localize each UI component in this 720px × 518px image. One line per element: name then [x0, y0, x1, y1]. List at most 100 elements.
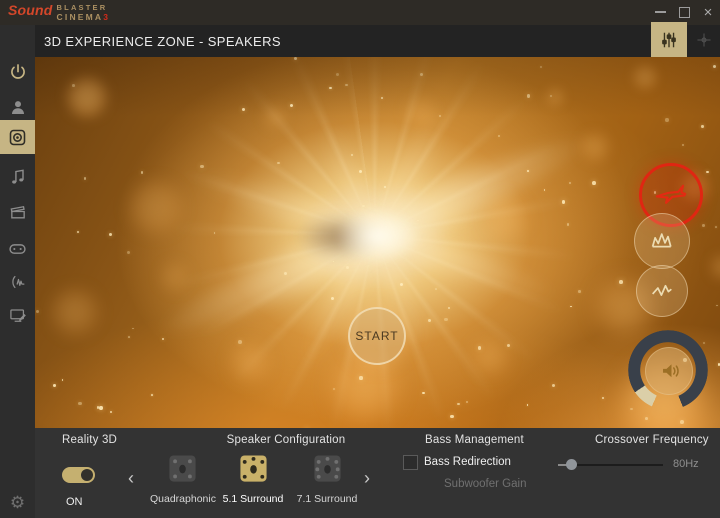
speaker-option-5-1-surround[interactable]: 5.1 Surround — [221, 452, 285, 505]
sparkle — [497, 134, 501, 138]
close-icon: × — [703, 3, 713, 21]
sparkle — [289, 103, 293, 107]
carousel-next-button[interactable]: › — [357, 468, 377, 490]
app-window: Sound BLASTER CINEMA3 × 3D EXPERIENCE ZO… — [0, 0, 720, 518]
equalizer-sliders-icon — [662, 32, 676, 47]
logo-sound: Sound — [8, 2, 53, 18]
sparkle — [151, 393, 153, 396]
slider-thumb[interactable] — [566, 459, 578, 470]
sidebar-item-display[interactable] — [0, 298, 35, 332]
sparkle — [526, 404, 529, 406]
sparkle — [701, 125, 704, 128]
light-rays — [35, 57, 720, 428]
sparkle — [444, 317, 448, 322]
sidebar-item-voice[interactable] — [0, 265, 35, 299]
sparkle — [665, 118, 669, 122]
speaker-option-label: Quadraphonic — [150, 493, 216, 505]
visualizer-stage: START — [35, 57, 720, 428]
music-note-icon — [11, 169, 24, 184]
sparkle — [716, 304, 718, 307]
sidebar-item-power[interactable] — [0, 55, 35, 89]
app-logo: Sound BLASTER CINEMA3 — [8, 3, 110, 21]
sparkle — [438, 114, 442, 118]
sparkle — [362, 204, 365, 207]
sparkle — [450, 414, 454, 418]
minimize-button[interactable] — [648, 0, 672, 24]
bokeh-blob — [545, 87, 565, 107]
sparkle — [161, 337, 165, 341]
gamepad-icon — [9, 243, 26, 254]
sparkle — [566, 223, 570, 226]
speaker-option-label: 7.1 Surround — [296, 493, 358, 505]
sparkle — [359, 376, 363, 380]
zigzag-wave-demo-button[interactable] — [636, 265, 688, 317]
sparkle — [351, 153, 354, 156]
bokeh-particles — [35, 57, 720, 428]
jet-icon — [655, 184, 687, 204]
surround-5-1-icon — [239, 455, 267, 482]
sparkle — [333, 388, 335, 391]
close-button[interactable]: × — [696, 0, 720, 24]
sparkle — [83, 177, 87, 180]
sparkle — [448, 306, 451, 309]
bass-redirection-checkbox[interactable] — [403, 455, 418, 470]
user-icon — [11, 101, 24, 114]
volume-button[interactable] — [645, 347, 693, 395]
sparkle — [715, 225, 718, 228]
speaker-option-quadraphonic[interactable]: Quadraphonic — [150, 452, 216, 505]
reality3d-state: ON — [66, 496, 83, 508]
sidebar-item-speakers[interactable] — [0, 120, 35, 154]
sparkle — [543, 188, 546, 191]
reality3d-title: Reality 3D — [62, 434, 118, 446]
logo-cinema: CINEMA3 — [56, 11, 111, 22]
sparkle — [96, 405, 100, 409]
sparkle — [706, 170, 709, 174]
sparkle — [702, 224, 705, 228]
sparkle — [400, 282, 404, 287]
sidebar-item-music[interactable] — [0, 160, 35, 194]
titlebar: Sound BLASTER CINEMA3 × — [0, 0, 720, 25]
sparkle — [332, 260, 335, 263]
sidebar: ⚙ — [0, 25, 35, 518]
crossover-value: 80Hz — [673, 458, 699, 470]
reality3d-toggle[interactable] — [62, 467, 95, 483]
gear-icon: ⚙ — [9, 492, 26, 512]
sidebar-item-profile[interactable] — [0, 90, 35, 124]
sparkle — [53, 384, 56, 388]
sparkle — [330, 296, 334, 301]
crown-wave-demo-button[interactable] — [634, 213, 690, 269]
speaker-option-7-1-surround[interactable]: 7.1 Surround — [295, 452, 359, 505]
sparkle — [36, 309, 40, 313]
start-demo-button[interactable]: START — [348, 307, 406, 365]
sparkle — [381, 97, 384, 100]
window-controls: × — [648, 0, 720, 24]
speaker-volume-icon — [663, 364, 679, 378]
bokeh-blob — [263, 105, 287, 129]
toggle-knob — [81, 469, 93, 481]
sparkle — [527, 170, 530, 173]
sidebar-item-settings[interactable]: ⚙ — [0, 485, 35, 518]
crossover-slider[interactable] — [558, 459, 663, 471]
calibrate-button[interactable] — [689, 24, 719, 55]
voice-wave-icon — [11, 275, 24, 289]
sidebar-item-movies[interactable] — [0, 195, 35, 229]
sidebar-item-games[interactable] — [0, 230, 35, 264]
carousel-prev-button[interactable]: ‹ — [121, 468, 141, 490]
bokeh-blob — [66, 76, 108, 118]
sparkle — [335, 72, 339, 77]
sparkle — [126, 251, 130, 255]
sparkle — [427, 318, 431, 322]
bokeh-blob — [580, 132, 610, 162]
start-label: START — [355, 329, 399, 343]
sparkle — [421, 391, 425, 395]
logo-blaster: BLASTER — [56, 3, 108, 12]
crosshair-icon — [697, 32, 711, 47]
quadraphonic-icon — [168, 455, 196, 482]
sparkle — [213, 232, 216, 234]
equalizer-button[interactable] — [651, 22, 687, 57]
maximize-button[interactable] — [672, 0, 696, 24]
bokeh-blob — [127, 179, 183, 235]
control-panel: Reality 3D ON Speaker Configuration ‹ Qu… — [35, 428, 720, 518]
sparkle — [526, 93, 531, 98]
volume-knob[interactable] — [628, 330, 708, 410]
